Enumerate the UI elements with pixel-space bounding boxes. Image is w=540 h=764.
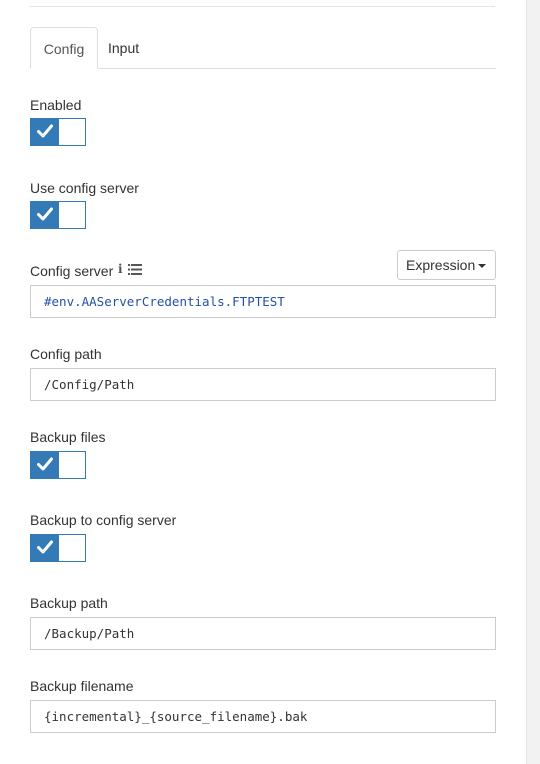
toggle-on-segment bbox=[31, 202, 59, 228]
backup-filename-label: Backup filename bbox=[30, 678, 134, 694]
check-icon bbox=[37, 457, 53, 471]
check-icon bbox=[37, 540, 53, 554]
expression-dropdown-button[interactable]: Expression bbox=[397, 250, 496, 280]
backup-filename-input[interactable]: {incremental}_{source_filename}.bak bbox=[30, 700, 496, 733]
list-icon[interactable] bbox=[128, 264, 142, 275]
info-icon[interactable]: i bbox=[118, 263, 123, 275]
caret-down-icon bbox=[478, 264, 486, 268]
enabled-label: Enabled bbox=[30, 97, 82, 113]
use-config-server-toggle[interactable] bbox=[30, 201, 86, 229]
use-config-server-label: Use config server bbox=[30, 180, 139, 196]
check-icon bbox=[37, 124, 53, 138]
config-server-input[interactable]: #env.AAServerCredentials.FTPTEST bbox=[30, 285, 496, 318]
backup-path-input[interactable]: /Backup/Path bbox=[30, 617, 496, 650]
backup-to-config-server-toggle[interactable] bbox=[30, 534, 86, 562]
backup-files-label: Backup files bbox=[30, 429, 106, 445]
tab-bar: Config Input bbox=[30, 27, 496, 69]
top-divider bbox=[30, 6, 495, 7]
backup-files-toggle[interactable] bbox=[30, 451, 86, 479]
expression-label: Expression bbox=[406, 257, 476, 273]
toggle-on-segment bbox=[31, 452, 59, 478]
backup-to-config-server-label: Backup to config server bbox=[30, 512, 177, 528]
toggle-on-segment bbox=[31, 119, 59, 145]
tab-config[interactable]: Config bbox=[30, 27, 98, 69]
enabled-toggle[interactable] bbox=[30, 118, 86, 146]
vertical-scrollbar[interactable] bbox=[526, 0, 540, 764]
config-path-input[interactable]: /Config/Path bbox=[30, 368, 496, 401]
tab-input[interactable]: Input bbox=[108, 27, 139, 69]
config-path-label: Config path bbox=[30, 346, 102, 362]
config-server-label: Config server bbox=[30, 263, 114, 279]
backup-path-label: Backup path bbox=[30, 595, 108, 611]
check-icon bbox=[37, 207, 53, 221]
toggle-on-segment bbox=[31, 535, 59, 561]
